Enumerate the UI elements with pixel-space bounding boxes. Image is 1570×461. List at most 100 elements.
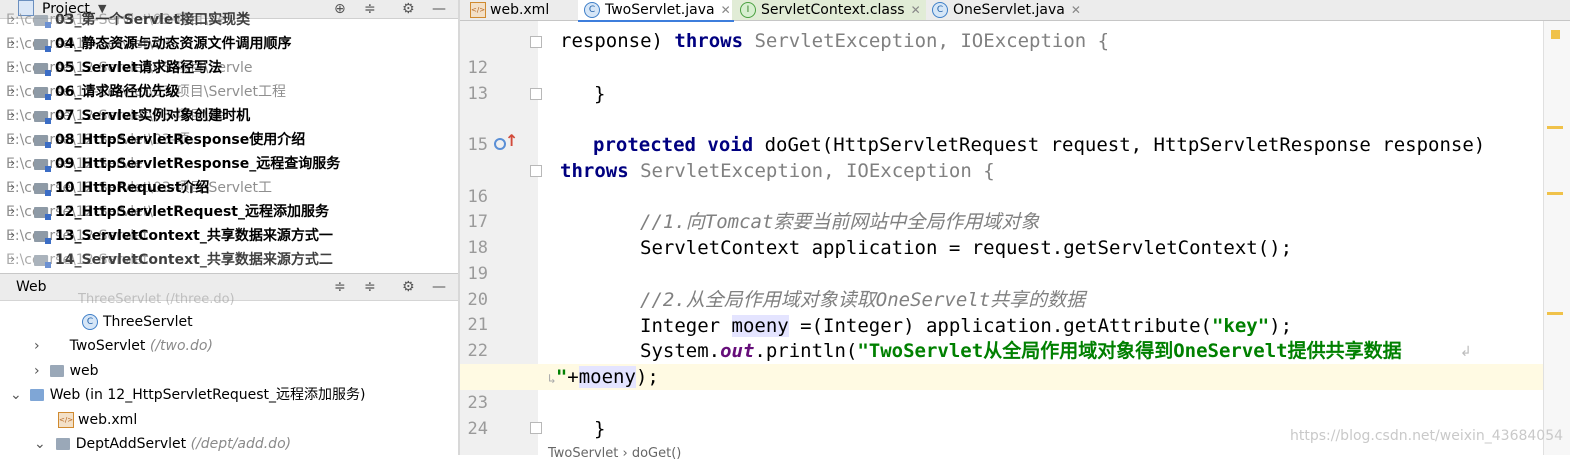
caret-line-gutter bbox=[460, 364, 538, 390]
code-comment: //1.向Tomcat索要当前网站中全局作用域对象 bbox=[640, 211, 1040, 233]
line-number: 16 bbox=[467, 187, 488, 207]
code-line: ServletContext application = request.get… bbox=[640, 237, 1293, 259]
tab-twoservlet-java[interactable]: C TwoServlet.java ✕ bbox=[578, 0, 734, 22]
web-tree-item-web-module[interactable]: ⌄ Web (in 12_HttpServletRequest_远程添加服务) bbox=[10, 383, 365, 407]
chevron-right-icon[interactable]: › bbox=[10, 8, 15, 32]
web-module-icon bbox=[29, 389, 44, 401]
soft-wrap-icon: ↳ bbox=[548, 372, 556, 387]
project-tree-item-label: 10_HttpRequest介绍 bbox=[55, 180, 210, 196]
class-icon: C bbox=[932, 2, 948, 18]
warning-marker[interactable] bbox=[1547, 192, 1563, 195]
project-tree-item[interactable]: › 07_Servlet实例对象创建时机 E:\course\12-Servlet\… bbox=[0, 104, 458, 128]
project-tree-item-label: 04_静态资源与动态资源文件调用顺序 bbox=[55, 36, 292, 52]
line-number: 12 bbox=[467, 58, 488, 78]
warning-marker[interactable] bbox=[1547, 126, 1563, 129]
close-icon[interactable]: ✕ bbox=[721, 3, 731, 17]
web-tree-item-label: TwoServlet bbox=[69, 338, 146, 354]
web-tree-item-deptaddservlet[interactable]: ⌄ DeptAddServlet (/dept/add.do) bbox=[34, 432, 291, 455]
project-tree-item[interactable]: › 09_HttpServletResponse_远程查询服务 E:\course\… bbox=[0, 152, 458, 176]
code-line: response) throws ServletException, IOExc… bbox=[560, 30, 1110, 52]
tab-label: web.xml bbox=[490, 2, 550, 18]
web-tree-item-label: ThreeServlet bbox=[103, 314, 193, 330]
project-tree-item[interactable]: › 14_ServletContext_共享数据来源方式二 E:\course\12… bbox=[0, 248, 458, 272]
line-number: 20 bbox=[467, 290, 488, 310]
chevron-right-icon[interactable]: › bbox=[10, 80, 15, 104]
xml-file-icon: </> bbox=[58, 412, 74, 428]
chevron-right-icon[interactable]: › bbox=[10, 152, 15, 176]
tab-oneservlet-java[interactable]: C OneServlet.java ✕ bbox=[926, 0, 1082, 20]
chevron-right-icon[interactable]: › bbox=[10, 32, 15, 56]
web-tree-item-twoservlet[interactable]: › TwoServlet (/two.do) bbox=[34, 334, 213, 358]
chevron-right-icon[interactable]: › bbox=[10, 128, 15, 152]
hide-icon[interactable]: — bbox=[432, 278, 446, 296]
web-tree-item-path: (/dept/add.do) bbox=[190, 436, 292, 452]
project-tree-item[interactable]: › 08_HttpServletResponse使用介绍 E:\course\12-… bbox=[0, 128, 458, 152]
tab-web-xml[interactable]: </> web.xml bbox=[464, 0, 582, 20]
gear-icon[interactable]: ⚙ bbox=[402, 278, 415, 296]
module-folder-icon bbox=[34, 135, 51, 148]
line-number: 18 bbox=[467, 238, 488, 258]
code-line: protected void doGet(HttpServletRequest … bbox=[593, 134, 1486, 156]
project-tree-item[interactable]: › 10_HttpRequest介绍 E:\course\12-Servlet\03… bbox=[0, 176, 458, 200]
watermark: https://blog.csdn.net/weixin_43684054 bbox=[1290, 428, 1564, 444]
chevron-down-icon[interactable]: ⌄ bbox=[34, 436, 46, 452]
tab-servletcontext-class[interactable]: I ServletContext.class ✕ bbox=[732, 0, 926, 20]
chevron-down-icon[interactable]: ⌄ bbox=[10, 387, 22, 403]
tab-label: ServletContext.class bbox=[761, 2, 905, 18]
project-tree-item[interactable]: › 05_Servlet请求路径写法 E:\course\12-Servlet\03… bbox=[0, 56, 458, 80]
chevron-right-icon[interactable]: › bbox=[10, 56, 15, 80]
chevron-right-icon[interactable]: › bbox=[34, 338, 40, 354]
warning-marker[interactable] bbox=[1547, 312, 1563, 315]
chevron-right-icon[interactable]: › bbox=[10, 104, 15, 128]
web-tree-item-label: web bbox=[69, 363, 99, 379]
web-tree-item-threeservlet[interactable]: C ThreeServlet bbox=[82, 310, 193, 334]
project-tree-item-label: 03_第一个Servlet接口实现类 bbox=[55, 12, 251, 28]
module-folder-icon bbox=[34, 39, 51, 52]
implements-arrow-icon[interactable]: ↑ bbox=[505, 133, 518, 149]
module-folder-icon bbox=[34, 183, 51, 196]
module-folder-icon bbox=[34, 87, 51, 100]
project-tree-item[interactable]: › 03_第一个Servlet接口实现类 E:\course\12-Servlet\… bbox=[0, 8, 458, 32]
project-tree-item-label: 07_Servlet实例对象创建时机 bbox=[55, 108, 251, 124]
project-tree-item[interactable]: › 04_静态资源与动态资源文件调用顺序 E:\course\12-Servlet\… bbox=[0, 32, 458, 56]
close-icon[interactable]: ✕ bbox=[1071, 3, 1081, 17]
web-tree-item-label: Web (in 12_HttpServletRequest_远程添加服务) bbox=[49, 387, 366, 403]
web-tree-item-label: web.xml bbox=[78, 412, 138, 428]
module-folder-icon bbox=[34, 255, 51, 268]
project-tree-item[interactable]: › 06_请求路径优先级 E:\course\12-Servlet\03-项目\Se… bbox=[0, 80, 458, 104]
class-icon: C bbox=[584, 2, 600, 18]
module-folder-icon bbox=[34, 111, 51, 124]
web-tree-item-webxml[interactable]: </> web.xml bbox=[58, 408, 137, 432]
close-icon[interactable]: ✕ bbox=[911, 3, 921, 17]
project-tree-item-label: 13_ServletContext_共享数据来源方式一 bbox=[55, 228, 333, 244]
code-editor[interactable]: response) throws ServletException, IOExc… bbox=[540, 21, 1543, 455]
xml-file-icon: </> bbox=[470, 2, 486, 18]
project-tree-item[interactable]: › 12_HttpServletRequest_远程添加服务 E:\course\1… bbox=[0, 200, 458, 224]
module-folder-icon bbox=[34, 159, 51, 172]
code-line: throws ServletException, IOException { bbox=[560, 160, 995, 182]
module-folder-icon bbox=[34, 207, 51, 220]
code-line: } bbox=[594, 83, 606, 105]
code-line: } bbox=[594, 418, 606, 440]
project-tree-item[interactable]: › 13_ServletContext_共享数据来源方式一 E:\course\12… bbox=[0, 224, 458, 248]
breadcrumb[interactable]: TwoServlet › doGet() bbox=[548, 446, 681, 461]
project-tree-item-label: 12_HttpServletRequest_远程添加服务 bbox=[55, 204, 329, 220]
interface-icon: I bbox=[740, 2, 756, 18]
chevron-right-icon[interactable]: › bbox=[10, 176, 15, 200]
project-tree-item-label: 06_请求路径优先级 bbox=[55, 84, 180, 100]
line-number: 15 bbox=[467, 135, 488, 155]
chevron-right-icon[interactable]: › bbox=[34, 363, 40, 379]
inspection-status-icon[interactable] bbox=[1551, 30, 1560, 39]
editor-tabs: </> web.xml C TwoServlet.java ✕ I ServletCon… bbox=[460, 0, 1570, 22]
web-tree-item-web-folder[interactable]: › web bbox=[34, 359, 99, 383]
collapse-all-icon[interactable]: ≑ bbox=[364, 278, 376, 296]
chevron-right-icon[interactable]: › bbox=[10, 224, 15, 248]
expand-all-icon[interactable]: ≑ bbox=[334, 278, 346, 296]
editor-scrollbar[interactable] bbox=[1543, 21, 1570, 455]
folder-icon bbox=[55, 438, 70, 450]
line-number: 21 bbox=[467, 315, 488, 335]
module-folder-icon bbox=[34, 15, 51, 28]
chevron-right-icon[interactable]: › bbox=[10, 200, 15, 224]
tab-label: TwoServlet.java bbox=[605, 2, 715, 18]
chevron-right-icon[interactable]: › bbox=[10, 248, 15, 272]
